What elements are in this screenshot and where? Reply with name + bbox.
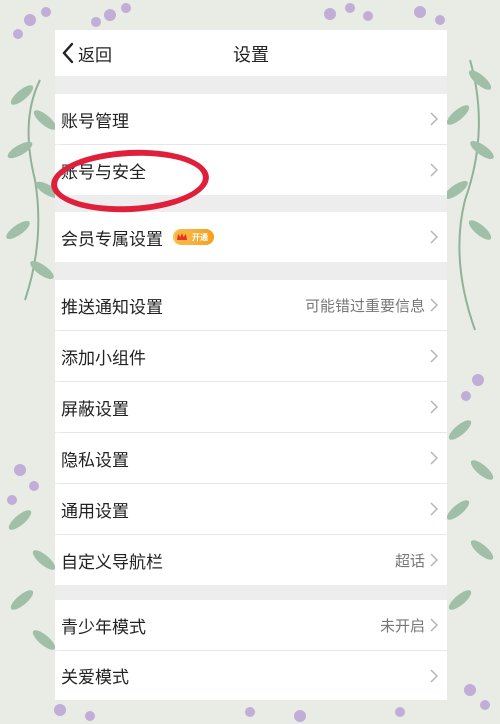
- row-care-mode[interactable]: 关爱模式: [55, 651, 447, 700]
- chevron-right-icon: [430, 230, 438, 244]
- navigation-bar: 返回 设置: [55, 30, 447, 76]
- row-value: 超话: [394, 551, 425, 570]
- row-label: 关爱模式: [61, 668, 129, 688]
- row-push-notifications[interactable]: 推送通知设置 可能错过重要信息: [55, 280, 447, 330]
- chevron-right-icon: [430, 451, 438, 465]
- chevron-right-icon: [430, 400, 438, 414]
- chevron-right-icon: [430, 349, 438, 363]
- chevron-right-icon: [430, 163, 438, 177]
- row-label: 推送通知设置: [61, 297, 163, 318]
- chevron-right-icon: [430, 112, 438, 126]
- row-label: 隐私设置: [61, 450, 129, 471]
- crown-icon: [175, 230, 189, 244]
- row-label: 会员专属设置: [61, 229, 163, 250]
- vip-badge-label: 开通: [192, 232, 208, 242]
- row-label: 自定义导航栏: [61, 552, 163, 573]
- row-add-widget[interactable]: 添加小组件: [55, 331, 447, 381]
- row-teen-mode[interactable]: 青少年模式 未开启: [55, 600, 447, 650]
- chevron-right-icon: [430, 669, 438, 683]
- chevron-right-icon: [430, 618, 438, 632]
- row-general-settings[interactable]: 通用设置: [55, 484, 447, 534]
- page-title: 设置: [233, 45, 269, 66]
- row-label: 添加小组件: [61, 348, 146, 369]
- row-label: 屏蔽设置: [61, 399, 129, 420]
- chevron-right-icon: [430, 298, 438, 312]
- row-block-settings[interactable]: 屏蔽设置: [55, 382, 447, 432]
- chevron-right-icon: [430, 502, 438, 516]
- row-privacy-settings[interactable]: 隐私设置: [55, 433, 447, 483]
- row-custom-navbar[interactable]: 自定义导航栏 超话: [55, 535, 447, 585]
- row-label: 青少年模式: [61, 617, 146, 638]
- chevron-right-icon: [430, 553, 438, 567]
- row-label: 账号管理: [61, 111, 129, 132]
- row-account-management[interactable]: 账号管理: [55, 94, 447, 144]
- row-label: 通用设置: [61, 501, 129, 522]
- row-vip-settings[interactable]: 会员专属设置 开通: [55, 212, 447, 262]
- row-value: 可能错过重要信息: [304, 296, 425, 315]
- row-value: 未开启: [379, 616, 425, 635]
- settings-panel: 返回 设置 账号管理 账号与安全 会员专属设置 开通 推送通知设置 可能错过重要…: [49, 30, 447, 700]
- vip-badge[interactable]: 开通: [173, 229, 214, 245]
